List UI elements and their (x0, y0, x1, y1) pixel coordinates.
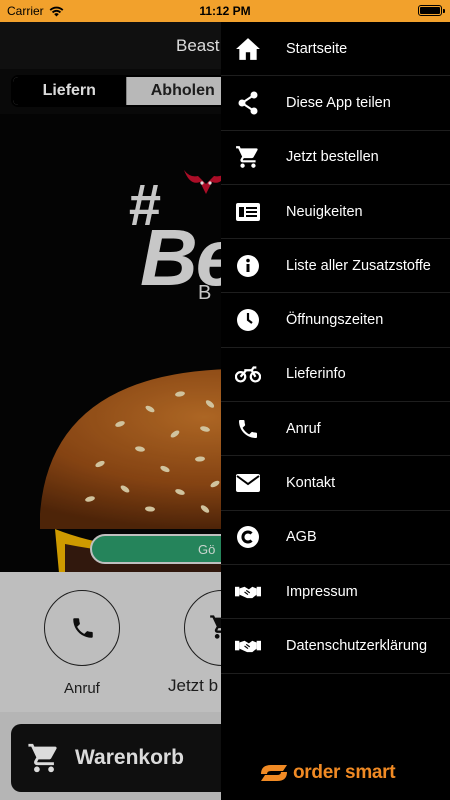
clock-time: 11:12 PM (199, 4, 251, 18)
menu-item-delivery-info[interactable]: Lieferinfo (221, 348, 450, 403)
menu-item-terms[interactable]: AGB (221, 511, 450, 565)
menu-item-share-app[interactable]: Diese App teilen (221, 76, 450, 131)
menu-item-label: AGB (286, 529, 317, 546)
mail-icon (235, 470, 261, 496)
handshake-icon (235, 633, 261, 659)
menu-item-label: Impressum (286, 583, 358, 600)
cart-icon (235, 144, 261, 170)
menu-item-label: Anruf (286, 420, 321, 437)
menu-item-privacy[interactable]: Datenschutzerklärung (221, 619, 450, 674)
clock-icon (235, 307, 261, 333)
phone-icon (235, 416, 261, 442)
menu-item-label: Neuigkeiten (286, 203, 363, 220)
status-bar: Carrier 11:12 PM (0, 0, 450, 22)
menu-item-startseite[interactable]: Startseite (221, 22, 450, 77)
menu-item-opening-hours[interactable]: Öffnungszeiten (221, 293, 450, 348)
brand-name: order smart (293, 762, 396, 783)
brand-logo: order smart (259, 762, 396, 784)
info-icon (235, 253, 261, 279)
copyright-icon (235, 524, 261, 550)
side-drawer: Startseite Diese App teilen Jetzt bestel… (221, 22, 450, 800)
menu-item-news[interactable]: Neuigkeiten (221, 185, 450, 240)
menu-item-imprint[interactable]: Impressum (221, 565, 450, 620)
menu-item-order-now[interactable]: Jetzt bestellen (221, 131, 450, 185)
menu-item-label: Diese App teilen (286, 94, 391, 111)
home-icon (235, 36, 261, 62)
battery-icon (418, 5, 445, 16)
menu-item-label: Datenschutzerklärung (286, 637, 428, 654)
share-icon (235, 90, 261, 116)
motorbike-icon (235, 361, 261, 387)
drawer-overlay[interactable] (0, 22, 221, 800)
handshake-icon (235, 579, 261, 605)
order-smart-logo-icon (261, 765, 287, 781)
menu-item-label: Lieferinfo (286, 366, 346, 383)
news-icon (235, 199, 261, 225)
menu-item-label: Startseite (286, 40, 348, 57)
menu-item-contact[interactable]: Kontakt (221, 456, 450, 511)
menu-item-label: Liste aller Zusatzstoffe (286, 257, 431, 274)
menu-item-label: Jetzt bestellen (286, 149, 379, 166)
menu-item-additives[interactable]: Liste aller Zusatzstoffe (221, 239, 450, 294)
menu-item-call[interactable]: Anruf (221, 402, 450, 457)
menu-item-label: Öffnungszeiten (286, 312, 384, 329)
menu-item-label: Kontakt (286, 475, 336, 492)
